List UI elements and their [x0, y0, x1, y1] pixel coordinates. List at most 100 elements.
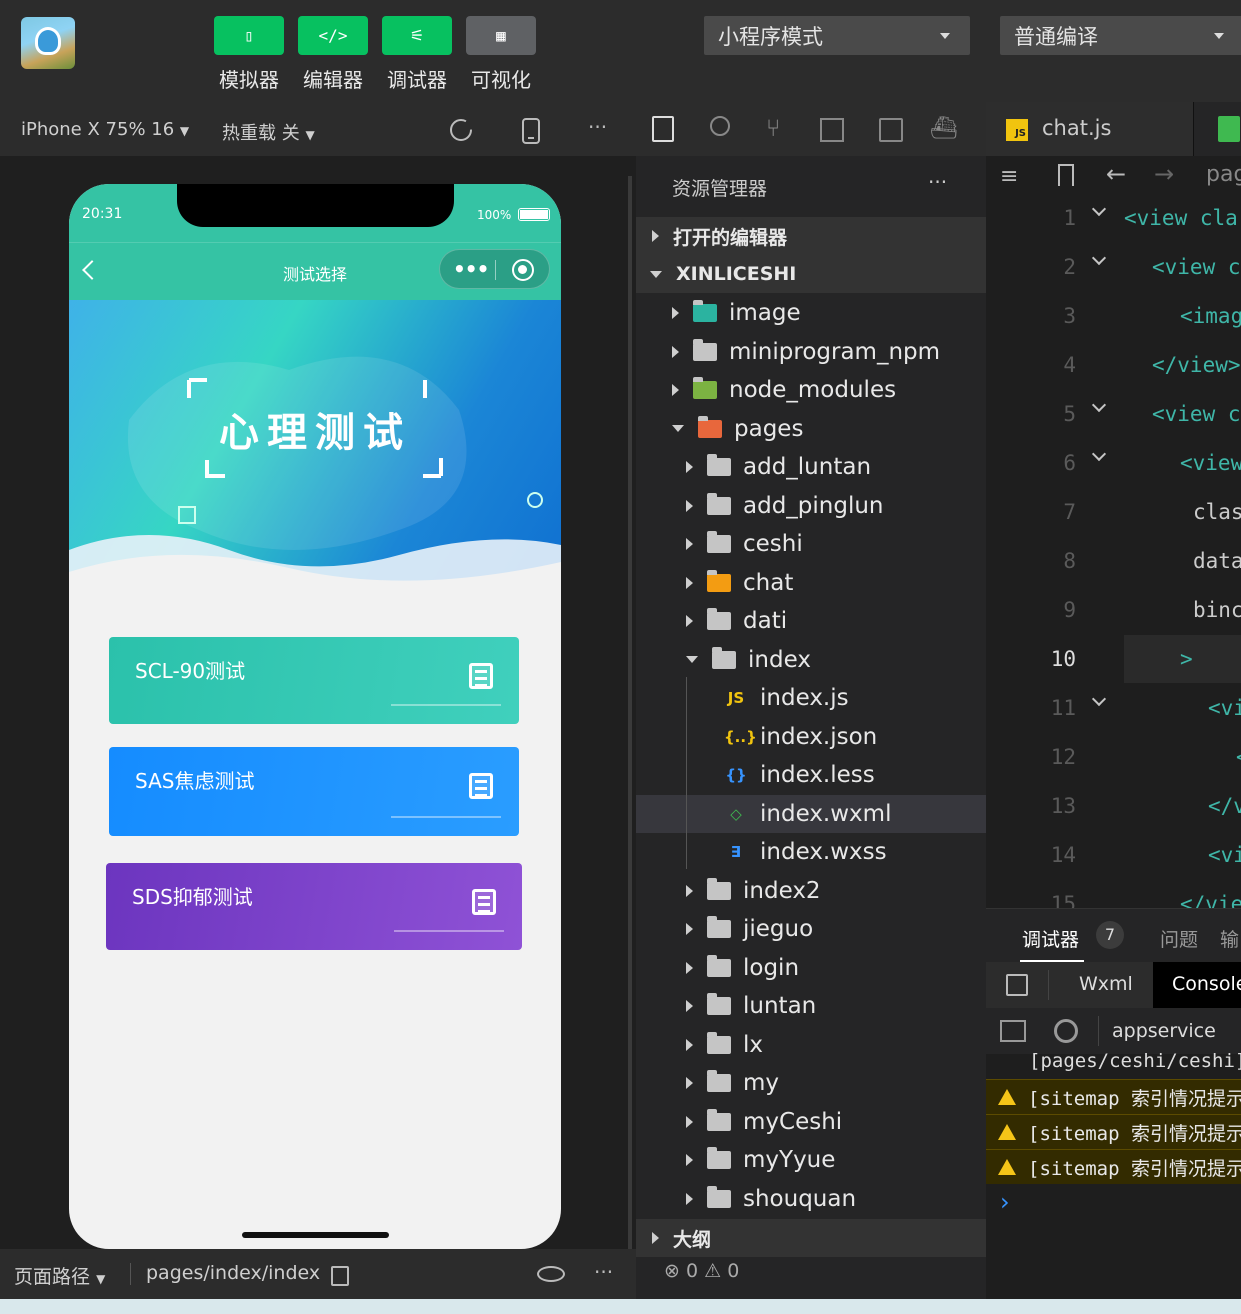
tab-console[interactable]: Console	[1153, 962, 1241, 1008]
file-tree-item[interactable]: luntan	[636, 987, 986, 1025]
user-avatar[interactable]	[21, 17, 75, 69]
code-line[interactable]: </v	[1208, 794, 1241, 818]
file-tree-item[interactable]: {} index.less	[636, 756, 986, 794]
file-tree-item[interactable]: login	[636, 949, 986, 987]
file-tree-item[interactable]: image	[636, 294, 986, 332]
file-tree-item[interactable]: miniprogram_npm	[636, 333, 986, 371]
code-line[interactable]: <view c	[1152, 255, 1241, 279]
bookmark-icon[interactable]	[1058, 164, 1074, 186]
docker-icon[interactable]: ⛴	[930, 116, 958, 141]
rotate-icon[interactable]	[448, 117, 474, 143]
warning-icon	[998, 1089, 1016, 1105]
code-line[interactable]: clas	[1193, 500, 1241, 524]
fold-chevron-icon[interactable]	[1091, 250, 1107, 266]
project-section[interactable]: XINLICESHI	[636, 255, 986, 293]
code-line[interactable]: <imag	[1180, 304, 1241, 328]
open-editors-section[interactable]: 打开的编辑器	[636, 217, 986, 255]
arrow-left-icon[interactable]: ←	[1106, 160, 1126, 188]
file-tree-item[interactable]: {..} index.json	[636, 718, 986, 756]
fold-chevron-icon[interactable]	[1091, 201, 1107, 217]
file-tree-item[interactable]: ceshi	[636, 525, 986, 563]
code-line[interactable]: <vi	[1208, 843, 1241, 867]
more-icon[interactable]: ···	[594, 1260, 613, 1284]
fold-chevron-icon[interactable]	[1091, 397, 1107, 413]
code-line[interactable]: <view c	[1152, 402, 1241, 426]
code-line[interactable]: data	[1193, 549, 1241, 573]
problems-summary[interactable]: ⊗ 0 ⚠ 0	[664, 1260, 739, 1282]
context-select[interactable]: appservice	[1112, 1020, 1216, 1042]
code-line[interactable]: <	[1236, 745, 1241, 769]
eye-icon[interactable]	[537, 1266, 565, 1282]
sidebar-toggle-icon[interactable]	[1000, 1020, 1026, 1042]
save-icon[interactable]	[879, 118, 903, 142]
file-tree-item[interactable]: my	[636, 1064, 986, 1102]
file-tree-item[interactable]: index	[636, 641, 986, 679]
file-tree-item[interactable]: add_luntan	[636, 448, 986, 486]
hot-reload-select[interactable]: 热重载 关 ▼	[222, 119, 315, 145]
code-line[interactable]: <view	[1180, 451, 1241, 475]
chevron-right-icon	[686, 961, 693, 974]
code-line[interactable]: binc	[1193, 598, 1241, 622]
test-card-sds[interactable]: SDS抑郁测试	[106, 863, 522, 950]
compile-select[interactable]: 普通编译	[1000, 16, 1241, 55]
panel-scrollbar[interactable]	[628, 176, 632, 1249]
test-card-sas[interactable]: SAS焦虑测试	[109, 747, 519, 836]
simulator-toggle-button[interactable]: ▯	[214, 16, 284, 55]
breadcrumb[interactable]: pag	[1206, 162, 1241, 187]
tab-wxml[interactable]: Wxml	[1079, 973, 1133, 995]
file-tree-item[interactable]: myCeshi	[636, 1103, 986, 1141]
toolbar-divider	[1098, 1016, 1099, 1046]
inspect-icon[interactable]	[1006, 974, 1028, 996]
tab-chat-js[interactable]: JS chat.js	[986, 102, 1194, 156]
page-path-select[interactable]: 页面路径 ▼	[14, 1262, 105, 1289]
console-warning[interactable]: [sitemap 索引情况提示	[986, 1149, 1241, 1184]
device-icon[interactable]	[521, 117, 541, 145]
console-warning[interactable]: [sitemap 索引情况提示	[986, 1114, 1241, 1149]
capsule-more-icon[interactable]: •••	[453, 257, 489, 281]
outline-section[interactable]: 大纲	[636, 1219, 986, 1257]
clear-console-icon[interactable]	[1054, 1019, 1078, 1043]
code-line[interactable]: >	[1180, 647, 1193, 671]
file-tree-item[interactable]: ◇ index.wxml	[636, 794, 986, 833]
file-tree-item[interactable]: chat	[636, 564, 986, 602]
file-tree-item[interactable]: index2	[636, 872, 986, 910]
console-prompt[interactable]: ›	[1000, 1188, 1010, 1216]
code-line[interactable]: <view cla	[1124, 206, 1238, 230]
capsule-close-icon[interactable]	[512, 259, 534, 281]
tab-output[interactable]: 输	[1220, 925, 1239, 952]
copy-icon[interactable]	[331, 1266, 349, 1286]
visual-toggle-button[interactable]: ▦	[466, 16, 536, 55]
file-tree-item[interactable]: shouquan	[636, 1180, 986, 1218]
test-card-scl90[interactable]: SCL-90测试	[109, 637, 519, 724]
console-warning[interactable]: [sitemap 索引情况提示	[986, 1079, 1241, 1114]
file-tree-item[interactable]: jieguo	[636, 910, 986, 948]
fold-chevron-icon[interactable]	[1091, 446, 1107, 462]
code-line[interactable]: <vi	[1208, 696, 1241, 720]
wxml-file-icon[interactable]	[1218, 116, 1240, 142]
file-tree-item[interactable]: JS index.js	[636, 679, 986, 717]
tab-problems[interactable]: 问题	[1160, 925, 1198, 952]
file-tree-item[interactable]: dati	[636, 602, 986, 640]
file-tree-item[interactable]: pages	[636, 410, 986, 448]
file-tree-item[interactable]: node_modules	[636, 371, 986, 409]
files-icon[interactable]	[652, 116, 674, 142]
tab-debugger[interactable]: 调试器	[1022, 925, 1079, 952]
editor-toggle-button[interactable]: </>	[298, 16, 368, 55]
file-tree-item[interactable]: lx	[636, 1026, 986, 1064]
file-tree-item[interactable]: ∃ index.wxss	[636, 833, 986, 871]
fold-chevron-icon[interactable]	[1091, 691, 1107, 707]
search-icon[interactable]	[710, 116, 730, 136]
source-control-icon[interactable]: ⑂	[766, 114, 780, 142]
file-tree-item[interactable]: add_pinglun	[636, 487, 986, 525]
list-icon[interactable]: ≡	[1000, 164, 1018, 189]
device-select[interactable]: iPhone X 75% 16 ▼	[21, 119, 189, 140]
file-tree-item[interactable]: myYyue	[636, 1141, 986, 1179]
code-line[interactable]: </vie	[1180, 892, 1241, 908]
extensions-icon[interactable]	[820, 118, 844, 142]
mode-select[interactable]: 小程序模式	[704, 16, 970, 55]
arrow-right-icon[interactable]: →	[1154, 160, 1174, 188]
more-icon[interactable]: ···	[588, 115, 607, 139]
explorer-more-button[interactable]: ···	[928, 170, 947, 194]
debugger-toggle-button[interactable]: ⚟	[382, 16, 452, 55]
code-line[interactable]: </view>	[1152, 353, 1241, 377]
